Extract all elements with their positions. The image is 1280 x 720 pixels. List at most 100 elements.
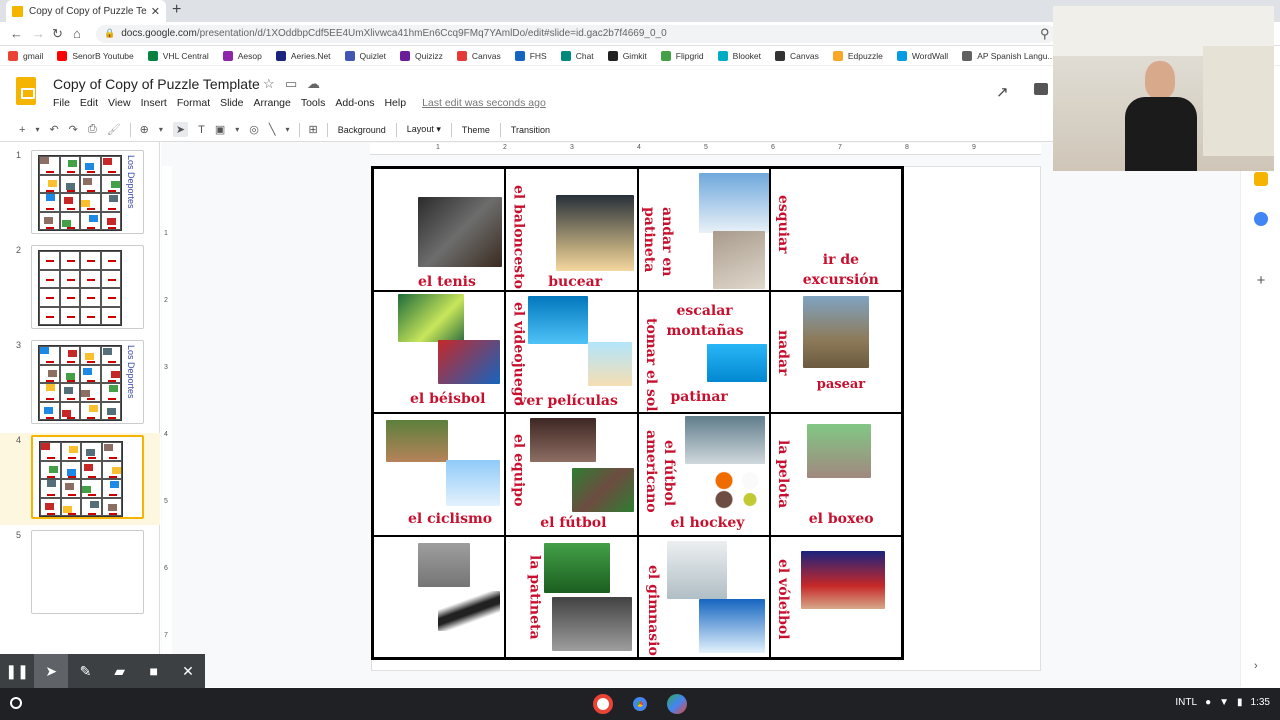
document-title[interactable]: Copy of Copy of Puzzle Template (53, 76, 260, 92)
new-slide-dropdown-icon[interactable]: ▾ (35, 125, 39, 134)
transition-button[interactable]: Transition (511, 125, 550, 135)
puzzle-cell[interactable]: el baloncesto bucear (505, 168, 638, 291)
print-icon[interactable]: ⎙ (88, 123, 97, 136)
shape-icon[interactable]: ◎ (249, 123, 259, 136)
puzzle-cell[interactable]: esquiar ir de excursión (769, 168, 902, 291)
undo-icon[interactable]: ↶ (49, 123, 58, 136)
bookmark-item[interactable]: Quizlet (344, 50, 386, 61)
puzzle-cell[interactable]: la pelota el boxeo (769, 413, 902, 536)
image-icon[interactable]: ▣ (215, 123, 225, 136)
slide-thumbnail-1[interactable]: Los Deportes (31, 150, 144, 234)
comments-icon[interactable] (1034, 83, 1048, 95)
menu-format[interactable]: Format (177, 97, 210, 109)
slide-thumbnail-5[interactable] (31, 530, 144, 614)
activity-trend-icon[interactable]: ↗ (996, 83, 1009, 101)
bookmark-item[interactable]: FHS (514, 50, 547, 61)
slide-thumbnail-4[interactable] (31, 435, 144, 519)
menu-view[interactable]: View (108, 97, 131, 109)
redo-icon[interactable]: ↷ (69, 123, 78, 136)
last-edit-link[interactable]: Last edit was seconds ago (422, 97, 546, 109)
bookmark-item[interactable]: Blooket (717, 50, 761, 61)
system-tray[interactable]: INTL ● ▼ ▮ 1:35 (1167, 697, 1270, 708)
pointer-icon[interactable]: ➤ (34, 654, 69, 688)
bookmark-item[interactable]: Edpuzzle (832, 50, 883, 61)
gmail-app-icon[interactable] (593, 694, 613, 714)
paint-format-icon[interactable]: 🖌 (107, 123, 121, 136)
pause-icon[interactable]: ❚❚ (0, 654, 34, 688)
highlighter-icon[interactable]: ▰ (103, 654, 137, 688)
address-bar[interactable]: 🔒 docs.google.com/presentation/d/1XOddbp… (96, 25, 1056, 43)
puzzle-grid[interactable]: el tenis el baloncesto bucear patineta a… (371, 166, 904, 660)
background-button[interactable]: Background (338, 125, 386, 135)
new-slide-icon[interactable]: + (19, 124, 25, 136)
image-dropdown-icon[interactable]: ▾ (235, 125, 239, 134)
slide-thumbnail-2[interactable] (31, 245, 144, 329)
zoom-icon[interactable]: ⚲ (1040, 26, 1050, 42)
menu-file[interactable]: File (53, 97, 70, 109)
puzzle-cell[interactable]: el tenis (373, 168, 506, 291)
bookmark-item[interactable]: Canvas (456, 50, 501, 61)
get-addons-icon[interactable]: + (1254, 273, 1268, 288)
slide-thumbnail-3[interactable]: Los Deportes (31, 340, 144, 424)
line-icon[interactable]: ╲ (269, 123, 276, 136)
browser-tab[interactable]: Copy of Copy of Puzzle Template ✕ (6, 0, 166, 22)
theme-button[interactable]: Theme (462, 125, 490, 135)
bookmark-item[interactable]: AP Spanish Langu... (962, 50, 1055, 61)
puzzle-cell[interactable]: el ciclismo (373, 413, 506, 536)
bookmark-item[interactable]: Quizizz (400, 50, 443, 61)
bookmark-item[interactable]: gmail (8, 50, 43, 61)
bookmark-item[interactable]: Flipgrid (660, 50, 704, 61)
bookmark-item[interactable]: Gimkit (607, 50, 647, 61)
puzzle-cell[interactable]: el videojuego ver películas (505, 290, 638, 413)
back-icon[interactable]: ← (10, 26, 23, 41)
comment-add-icon[interactable]: ⊞ (309, 123, 318, 136)
bookmark-item[interactable]: VHL Central (147, 50, 209, 61)
expand-panel-icon[interactable]: › (1254, 660, 1268, 674)
bookmark-item[interactable]: Aeries.Net (275, 50, 331, 61)
launcher-icon[interactable] (10, 697, 22, 709)
puzzle-cell[interactable]: el vóleibol (769, 535, 902, 658)
bookmark-item[interactable]: Chat (560, 50, 594, 61)
puzzle-cell[interactable]: patineta andar en (637, 168, 770, 291)
menu-slide[interactable]: Slide (220, 97, 243, 109)
puzzle-cell[interactable]: escalar montañas tomar el sol patinar (637, 290, 770, 413)
chrome-app-icon[interactable] (630, 694, 650, 714)
close-tab-icon[interactable]: ✕ (151, 5, 160, 18)
slides-logo-icon[interactable] (16, 77, 36, 105)
puzzle-cell[interactable]: la patineta (505, 535, 638, 658)
new-tab-icon[interactable]: + (172, 1, 181, 19)
puzzle-cell[interactable]: el gimnasio (637, 535, 770, 658)
bookmark-item[interactable]: WordWall (896, 50, 948, 61)
menu-help[interactable]: Help (384, 97, 406, 109)
puzzle-cell[interactable]: el béisbol (373, 290, 506, 413)
menu-addons[interactable]: Add-ons (335, 97, 374, 109)
layout-button[interactable]: Layout ▾ (407, 124, 441, 135)
select-cursor-icon[interactable]: ➤ (172, 122, 189, 137)
line-dropdown-icon[interactable]: ▾ (286, 125, 290, 134)
zoom-dropdown-icon[interactable]: ▾ (159, 125, 163, 134)
text-box-icon[interactable]: T (198, 124, 205, 136)
reload-icon[interactable]: ↻ (52, 26, 63, 42)
keep-icon[interactable] (1254, 172, 1268, 186)
cloud-saved-icon[interactable]: ☁ (307, 76, 320, 92)
puzzle-cell[interactable]: nadar pasear (769, 290, 902, 413)
play-store-app-icon[interactable] (667, 694, 687, 714)
menu-tools[interactable]: Tools (301, 97, 326, 109)
move-folder-icon[interactable]: ▭ (285, 76, 297, 92)
bookmark-item[interactable]: SenorB Youtube (57, 50, 134, 61)
camera-icon[interactable]: ■ (137, 654, 171, 688)
menu-edit[interactable]: Edit (80, 97, 98, 109)
menu-insert[interactable]: Insert (141, 97, 167, 109)
bookmark-item[interactable]: Canvas (775, 50, 819, 61)
tasks-icon[interactable] (1254, 212, 1268, 226)
close-icon[interactable]: ✕ (171, 654, 205, 688)
puzzle-cell[interactable] (373, 535, 506, 658)
zoom-icon-tool[interactable]: ⊕ (140, 123, 149, 136)
home-icon[interactable]: ⌂ (73, 26, 81, 41)
bookmark-item[interactable]: Aesop (222, 50, 262, 61)
forward-icon[interactable]: → (32, 26, 45, 41)
star-icon[interactable]: ☆ (263, 76, 275, 92)
menu-arrange[interactable]: Arrange (253, 97, 290, 109)
puzzle-cell[interactable]: americano el fútbol el hockey (637, 413, 770, 536)
pen-icon[interactable]: ✎ (68, 654, 102, 688)
